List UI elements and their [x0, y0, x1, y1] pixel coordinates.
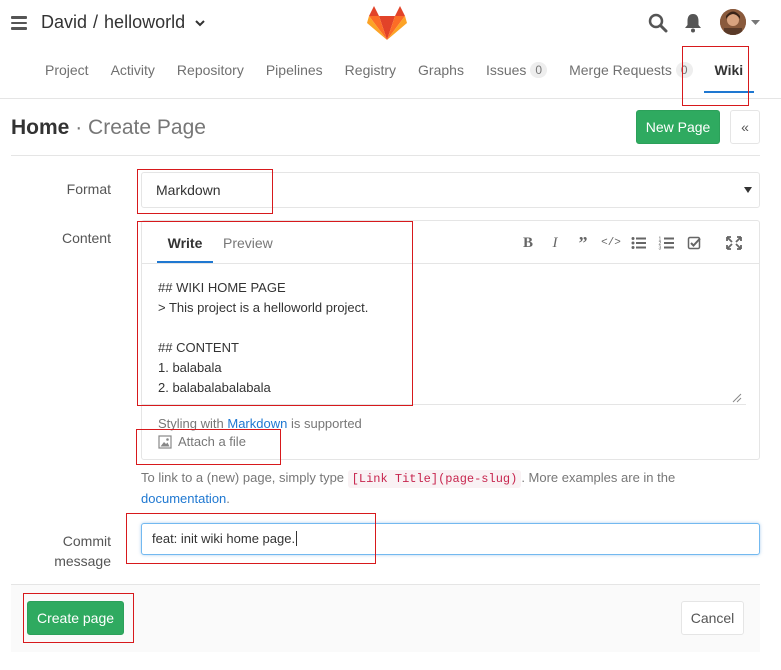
documentation-link[interactable]: documentation: [141, 491, 226, 506]
project-nav: Project Activity Repository Pipelines Re…: [34, 56, 755, 96]
styling-prefix: Styling with: [158, 416, 224, 431]
nav-label: Graphs: [418, 62, 464, 78]
nav-repository[interactable]: Repository: [166, 56, 255, 84]
checklist-icon[interactable]: [686, 235, 704, 251]
content-line: 2. balabalabalabala: [158, 380, 271, 395]
select-caret-icon: [744, 187, 752, 193]
attach-file-button[interactable]: Attach a file: [158, 434, 246, 449]
content-line: ## CONTENT: [158, 340, 239, 355]
bullet-list-icon[interactable]: [630, 235, 648, 251]
nav-label: Pipelines: [265, 62, 323, 78]
issues-count-badge: 0: [530, 62, 548, 78]
content-line: ## WIKI HOME PAGE: [158, 280, 286, 295]
content-label: Content: [61, 230, 111, 246]
textarea-border: [142, 404, 746, 405]
nav-label: Registry: [344, 62, 397, 78]
content-line: [158, 318, 730, 338]
code-icon[interactable]: </>: [601, 235, 621, 251]
nav-issues[interactable]: Issues 0: [475, 56, 558, 84]
help-prefix: To link to a (new) page, simply type: [141, 470, 345, 485]
nav-label: Merge Requests: [569, 62, 672, 78]
attach-file-label: Attach a file: [178, 434, 246, 449]
nav-label: Activity: [110, 62, 155, 78]
fullscreen-icon[interactable]: [725, 235, 743, 251]
content-textarea[interactable]: ## WIKI HOME PAGE > This project is a he…: [142, 264, 746, 404]
numbered-list-icon[interactable]: 1 2 3: [658, 235, 676, 251]
help-text: To link to a (new) page, simply type [Li…: [141, 468, 760, 509]
gitlab-logo-icon[interactable]: [366, 4, 408, 42]
form-actions: Create page Cancel: [11, 584, 760, 652]
text-cursor: [296, 531, 298, 546]
bold-icon[interactable]: B: [519, 235, 537, 251]
merge-requests-count-badge: 0: [675, 62, 693, 78]
styling-suffix: is supported: [290, 416, 362, 431]
breadcrumb-separator: /: [93, 12, 99, 32]
hamburger-menu-icon[interactable]: [11, 16, 27, 30]
markdown-link[interactable]: Markdown: [227, 416, 287, 431]
collapse-sidebar-button[interactable]: «: [730, 110, 760, 144]
quote-icon[interactable]: ”: [574, 233, 592, 253]
svg-text:3: 3: [659, 246, 662, 252]
nav-label: Issues: [485, 62, 527, 78]
notification-bell-icon[interactable]: [684, 13, 702, 33]
resize-grip-icon[interactable]: [732, 393, 742, 403]
italic-icon[interactable]: I: [546, 235, 564, 251]
styling-note: Styling with Markdown is supported: [158, 416, 362, 431]
format-select-value: Markdown: [156, 182, 221, 198]
nav-wiki[interactable]: Wiki: [703, 56, 755, 93]
nav-label: Project: [45, 62, 89, 78]
owner-name[interactable]: David: [41, 12, 87, 33]
format-label: Format: [66, 181, 111, 197]
new-page-button[interactable]: New Page: [636, 110, 720, 144]
content-line: 1. balabala: [158, 360, 222, 375]
nav-pipelines[interactable]: Pipelines: [255, 56, 334, 84]
tab-write[interactable]: Write: [157, 235, 213, 263]
help-code: [Link Title](page-slug): [347, 470, 522, 488]
help-end: .: [226, 491, 230, 506]
project-name[interactable]: helloworld: [104, 12, 185, 33]
page-title-sub: · Create Page: [75, 116, 206, 139]
nav-label: Wiki: [714, 62, 744, 78]
create-page-button[interactable]: Create page: [27, 601, 124, 635]
commit-message-label: Commit message: [40, 531, 111, 571]
nav-activity[interactable]: Activity: [100, 56, 166, 84]
tab-preview[interactable]: Preview: [223, 235, 273, 251]
caret-down-icon[interactable]: [751, 20, 760, 26]
user-avatar[interactable]: [720, 9, 746, 35]
nav-project[interactable]: Project: [34, 56, 100, 84]
commit-label-line: message: [54, 553, 111, 569]
cancel-button[interactable]: Cancel: [681, 601, 744, 635]
markdown-editor: Write Preview B I ” </> 1 2 3 ## WIKI HO…: [141, 220, 760, 460]
page-title-main: Home: [11, 116, 70, 139]
divider: [11, 155, 760, 156]
nav-registry[interactable]: Registry: [334, 56, 407, 84]
image-icon: [158, 434, 172, 449]
commit-label-line: Commit: [62, 533, 111, 549]
content-line: > This project is a helloworld project.: [158, 300, 369, 315]
nav-graphs[interactable]: Graphs: [407, 56, 475, 84]
nav-label: Repository: [176, 62, 244, 78]
format-select[interactable]: Markdown: [141, 172, 760, 208]
chevron-down-icon[interactable]: [195, 20, 205, 27]
nav-merge-requests[interactable]: Merge Requests 0: [558, 56, 703, 84]
help-suffix: . More examples are in the: [521, 470, 676, 485]
search-icon[interactable]: [648, 13, 668, 33]
commit-message-input[interactable]: feat: init wiki home page.: [141, 523, 760, 555]
project-breadcrumb[interactable]: David / helloworld: [41, 12, 205, 33]
commit-message-value: feat: init wiki home page.: [152, 531, 296, 546]
page-title: Home · Create Page: [11, 116, 206, 140]
